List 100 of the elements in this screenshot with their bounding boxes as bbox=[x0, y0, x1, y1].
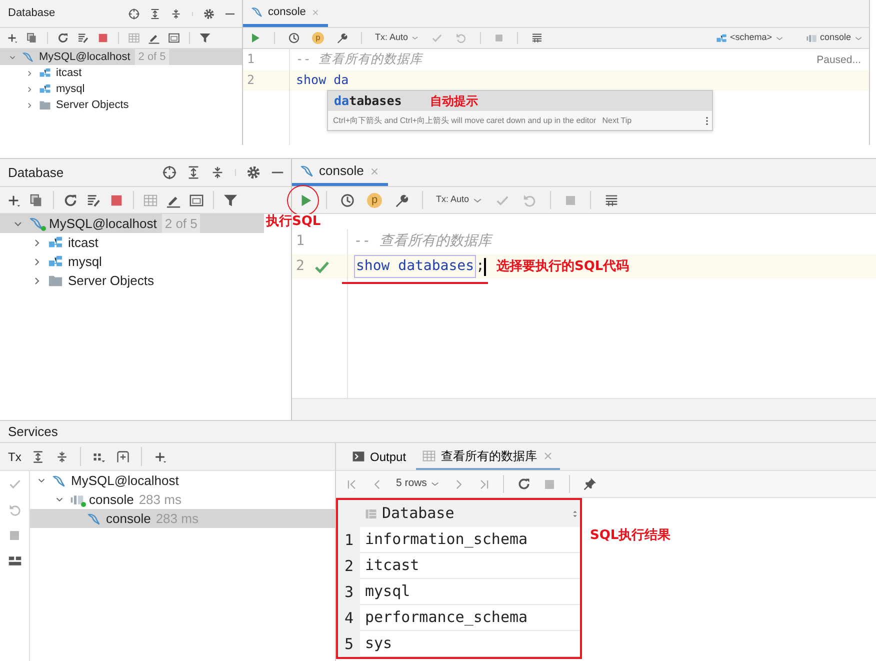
connection-icon bbox=[22, 51, 34, 63]
expand-all-icon[interactable] bbox=[149, 8, 161, 20]
settings-icon[interactable] bbox=[203, 8, 215, 20]
stop-icon[interactable] bbox=[109, 192, 124, 208]
connection-icon bbox=[87, 512, 101, 526]
filter-icon[interactable] bbox=[223, 192, 238, 208]
tree-item[interactable]: MySQL@localhost 2 of 5 bbox=[0, 214, 264, 233]
schema-dropdown[interactable]: <schema> bbox=[716, 31, 784, 45]
table-cell: sys bbox=[360, 631, 580, 657]
tree-item[interactable]: MySQL@localhost 2 of 5 bbox=[0, 49, 242, 65]
run-icon[interactable] bbox=[249, 32, 261, 44]
row-number: 2 bbox=[338, 553, 360, 579]
code-comment: -- 查看所有的数据库 bbox=[295, 50, 423, 68]
tree-item[interactable]: mysql bbox=[0, 81, 242, 97]
locate-icon[interactable] bbox=[162, 165, 177, 180]
schema-icon bbox=[48, 254, 63, 269]
next-tip-link[interactable]: Next Tip bbox=[602, 114, 632, 126]
table-cell: information_schema bbox=[360, 527, 580, 553]
ddl-icon[interactable] bbox=[77, 32, 89, 44]
expand-all-icon[interactable] bbox=[186, 165, 201, 180]
annotation: 自动提示 bbox=[430, 93, 478, 110]
collapse-all-icon[interactable] bbox=[170, 8, 182, 20]
row-number: 3 bbox=[338, 579, 360, 605]
copy-icon[interactable] bbox=[26, 32, 38, 44]
output-icon[interactable] bbox=[531, 32, 544, 44]
edit-icon[interactable] bbox=[148, 32, 160, 44]
console-tab-icon bbox=[251, 6, 263, 18]
result-tab[interactable]: Output bbox=[346, 443, 412, 470]
tree-label: console bbox=[106, 510, 151, 528]
tree-item[interactable]: Server Objects bbox=[0, 271, 264, 290]
annotation: 执行SQL bbox=[266, 212, 321, 230]
profile-button[interactable]: p bbox=[367, 192, 382, 208]
panel-title: Services bbox=[8, 422, 58, 441]
column-icon bbox=[365, 508, 377, 520]
row-number: 4 bbox=[338, 605, 360, 631]
tree-item[interactable]: itcast bbox=[0, 233, 264, 252]
tree-item[interactable]: console 283 ms bbox=[30, 509, 335, 528]
profile-button[interactable]: p bbox=[312, 32, 324, 44]
history-icon[interactable] bbox=[288, 32, 300, 44]
settings-wrench-icon[interactable] bbox=[394, 192, 409, 208]
table-icon bbox=[422, 448, 436, 462]
session-icon bbox=[806, 32, 817, 44]
folder-icon bbox=[39, 99, 51, 111]
transaction-button[interactable]: Tx bbox=[8, 448, 22, 466]
transaction-dropdown[interactable]: Tx: Auto bbox=[375, 31, 420, 45]
stop-icon[interactable] bbox=[97, 32, 109, 44]
refresh-icon[interactable] bbox=[57, 32, 69, 44]
tree-item[interactable]: console 283 ms bbox=[30, 490, 335, 509]
hint-text: Ctrl+向下箭头 and Ctrl+向上箭头 will move caret down and up in the editor bbox=[333, 114, 596, 126]
completion-item[interactable]: databases bbox=[334, 92, 402, 110]
tree-label: mysql bbox=[68, 252, 102, 271]
panel-title: Database bbox=[7, 6, 56, 22]
collapse-all-icon[interactable] bbox=[210, 165, 225, 180]
selected-code: show databases bbox=[354, 255, 476, 278]
add-icon[interactable] bbox=[153, 450, 168, 464]
transaction-dropdown[interactable]: Tx: Auto bbox=[436, 193, 484, 207]
tree-item[interactable]: MySQL@localhost bbox=[30, 471, 335, 490]
filter-icon[interactable] bbox=[199, 32, 211, 44]
refresh-icon[interactable] bbox=[63, 192, 78, 208]
line-number: 2 bbox=[247, 71, 255, 90]
panel-title: Database bbox=[7, 164, 65, 182]
settings-icon[interactable] bbox=[246, 165, 261, 180]
table-cell: mysql bbox=[360, 579, 580, 605]
tree-label: mysql bbox=[56, 82, 85, 97]
pin-icon[interactable] bbox=[582, 477, 597, 491]
rows-dropdown[interactable]: 5 rows bbox=[396, 476, 440, 492]
schema-icon bbox=[48, 235, 63, 250]
connection-icon bbox=[52, 474, 66, 488]
session-dropdown[interactable]: console bbox=[806, 31, 863, 45]
output-icon[interactable] bbox=[604, 192, 620, 208]
settings-wrench-icon[interactable] bbox=[336, 32, 348, 44]
locate-icon[interactable] bbox=[128, 8, 140, 20]
tree-label: console bbox=[89, 490, 134, 509]
status-text: Paused... bbox=[816, 53, 861, 68]
ddl-icon[interactable] bbox=[86, 192, 101, 208]
layout-icon[interactable] bbox=[8, 554, 22, 568]
session-icon bbox=[70, 492, 84, 506]
tree-label: itcast bbox=[68, 234, 98, 252]
sort-icon[interactable] bbox=[570, 508, 580, 518]
tree-item[interactable]: itcast bbox=[0, 65, 242, 81]
line-number: 2 bbox=[296, 257, 304, 276]
console-icon[interactable] bbox=[168, 32, 180, 44]
add-service-icon[interactable] bbox=[116, 450, 130, 464]
code-comment: -- 查看所有的数据库 bbox=[353, 232, 492, 251]
history-icon[interactable] bbox=[340, 192, 355, 208]
tree-item[interactable]: Server Objects bbox=[0, 97, 242, 113]
tree-item[interactable]: mysql bbox=[0, 252, 264, 271]
copy-icon[interactable] bbox=[29, 192, 44, 208]
add-icon[interactable] bbox=[6, 32, 18, 44]
table-cell: itcast bbox=[360, 553, 580, 579]
tree-label: itcast bbox=[56, 66, 82, 81]
column-header: Database bbox=[382, 503, 456, 524]
annotation: 选择要执行的SQL代码 bbox=[496, 258, 630, 276]
collapse-all-icon[interactable] bbox=[55, 450, 70, 464]
expand-all-icon[interactable] bbox=[31, 450, 46, 464]
count-badge: 2 of 5 bbox=[135, 48, 169, 66]
tree-label: MySQL@localhost bbox=[71, 472, 179, 490]
console-icon[interactable] bbox=[189, 192, 204, 208]
refresh-icon[interactable] bbox=[516, 477, 531, 491]
code-text: show da bbox=[296, 71, 349, 90]
